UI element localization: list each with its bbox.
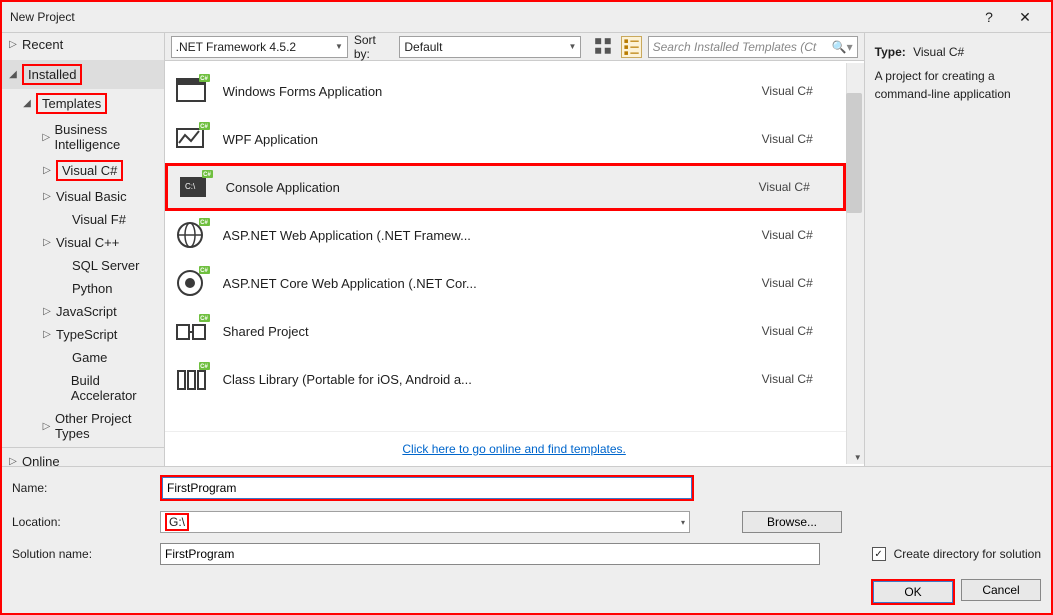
svg-text:C:\: C:\ (185, 182, 196, 191)
name-input[interactable] (162, 477, 692, 499)
location-dropdown[interactable]: G:\ ▾ (160, 511, 690, 533)
name-label: Name: (12, 481, 152, 495)
svg-text:C#: C# (200, 268, 208, 274)
details-panel: Type: Visual C# A project for creating a… (865, 33, 1051, 466)
tree-templates[interactable]: ◢Templates (2, 89, 164, 118)
solution-input[interactable] (160, 543, 820, 565)
cancel-button[interactable]: Cancel (961, 579, 1041, 601)
template-row-aspnet[interactable]: C# ASP.NET Web Application (.NET Framew.… (165, 211, 846, 259)
tree-installed[interactable]: ◢Installed (2, 60, 164, 89)
tree-item-fsharp[interactable]: Visual F# (2, 208, 164, 231)
tree-recent[interactable]: ▷Recent (2, 33, 164, 56)
svg-text:C#: C# (200, 364, 208, 370)
aspnetcore-icon: C# (175, 265, 211, 301)
tree-item-bi[interactable]: ▷Business Intelligence (2, 118, 164, 156)
template-list: C# Windows Forms Application Visual C# C… (165, 61, 846, 431)
online-link[interactable]: Click here to go online and find templat… (402, 442, 625, 456)
search-input[interactable]: Search Installed Templates (Ct 🔍 ▾ (648, 36, 858, 58)
left-panel: ▷Recent ◢Installed ◢Templates ▷Business … (2, 33, 164, 466)
wpf-icon: C# (175, 121, 211, 157)
medium-icons-button[interactable] (593, 36, 614, 58)
titlebar: New Project ? ✕ (2, 2, 1051, 32)
console-icon: C:\ C# (178, 169, 214, 205)
tree-online[interactable]: ▷Online (2, 447, 164, 466)
template-row-pcl[interactable]: C# Class Library (Portable for iOS, Andr… (165, 355, 846, 403)
tree-item-ts[interactable]: ▷TypeScript (2, 323, 164, 346)
shared-icon: C# (175, 313, 211, 349)
svg-text:C#: C# (200, 316, 208, 322)
scrollbar-thumb[interactable] (846, 93, 862, 213)
search-icon: 🔍 (832, 40, 847, 54)
scroll-down-icon[interactable]: ▼ (854, 453, 862, 462)
aspnet-icon: C# (175, 217, 211, 253)
type-label: Type: (875, 45, 906, 59)
tree-item-game[interactable]: Game (2, 346, 164, 369)
type-value: Visual C# (913, 45, 964, 59)
online-link-row: Click here to go online and find templat… (165, 431, 864, 466)
template-row-shared[interactable]: C# Shared Project Visual C# (165, 307, 846, 355)
location-label: Location: (12, 515, 152, 529)
ok-button[interactable]: OK (873, 581, 953, 603)
template-row-wpf[interactable]: C# WPF Application Visual C# (165, 115, 846, 163)
svg-text:C#: C# (200, 76, 208, 82)
tree-item-js[interactable]: ▷JavaScript (2, 300, 164, 323)
template-row-aspnetcore[interactable]: C# ASP.NET Core Web Application (.NET Co… (165, 259, 846, 307)
winforms-icon: C# (175, 73, 211, 109)
template-row-console[interactable]: C:\C# Console Application Visual C# (165, 163, 846, 211)
sortby-dropdown[interactable]: Default▼ (399, 36, 581, 58)
description: A project for creating a command-line ap… (875, 69, 1011, 101)
svg-text:C#: C# (203, 172, 211, 178)
tree-item-accel[interactable]: Build Accelerator (2, 369, 164, 407)
framework-dropdown[interactable]: .NET Framework 4.5.2▼ (171, 36, 348, 58)
tree-item-vb[interactable]: ▷Visual Basic (2, 185, 164, 208)
sortby-label: Sort by: (354, 33, 394, 61)
scrollbar-track[interactable]: ▼ (846, 63, 864, 464)
tree-item-cpp[interactable]: ▷Visual C++ (2, 231, 164, 254)
svg-text:C#: C# (200, 220, 208, 226)
svg-text:C#: C# (200, 124, 208, 130)
create-dir-label: Create directory for solution (894, 547, 1041, 561)
tree-item-csharp[interactable]: ▷Visual C# (2, 156, 164, 185)
tree-item-python[interactable]: Python (2, 277, 164, 300)
tree-item-other[interactable]: ▷Other Project Types (2, 407, 164, 445)
small-icons-button[interactable] (621, 36, 642, 58)
pcl-icon: C# (175, 361, 211, 397)
solution-label: Solution name: (12, 547, 152, 561)
help-button[interactable]: ? (971, 9, 1007, 25)
create-dir-checkbox[interactable]: ✓ (872, 547, 886, 561)
browse-button[interactable]: Browse... (742, 511, 842, 533)
tree-item-sql[interactable]: SQL Server (2, 254, 164, 277)
bottom-form: Name: Location: G:\ ▾ Browse... Solution… (2, 466, 1051, 613)
center-panel: .NET Framework 4.5.2▼ Sort by: Default▼ … (164, 33, 865, 466)
template-row-winforms[interactable]: C# Windows Forms Application Visual C# (165, 67, 846, 115)
window-title: New Project (10, 10, 971, 24)
close-button[interactable]: ✕ (1007, 9, 1043, 26)
